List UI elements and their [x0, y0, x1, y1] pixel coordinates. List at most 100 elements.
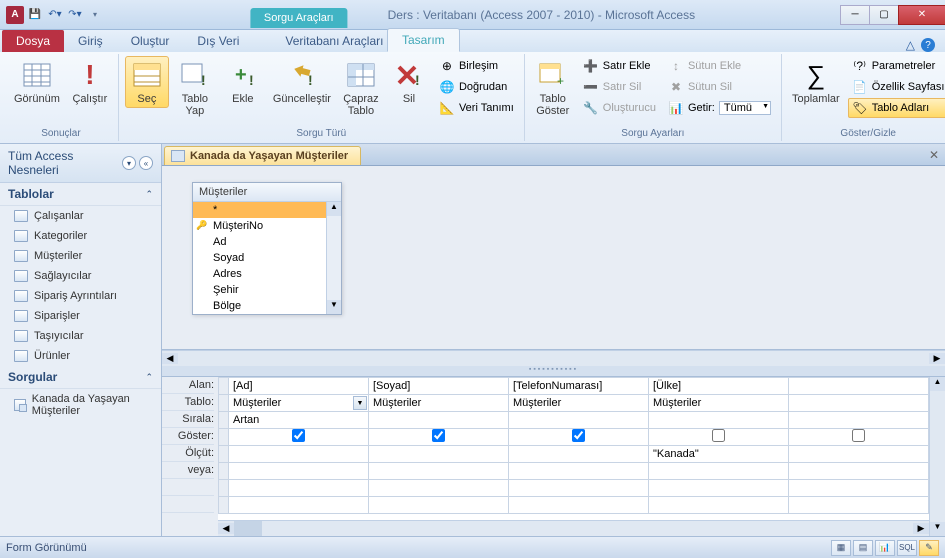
- help-icon[interactable]: ?: [921, 38, 935, 52]
- grid-cell[interactable]: [789, 378, 929, 395]
- chart-view-button[interactable]: 📊: [875, 540, 895, 556]
- show-checkbox[interactable]: [852, 429, 865, 442]
- parameters-button[interactable]: ⁽?⁾Parametreler: [848, 56, 945, 76]
- maximize-button[interactable]: ▢: [869, 5, 899, 25]
- nav-table-item[interactable]: Sipariş Ayrıntıları: [0, 286, 161, 306]
- nav-table-item[interactable]: Sağlayıcılar: [0, 266, 161, 286]
- grid-cell[interactable]: [369, 480, 509, 497]
- grid-cell[interactable]: [649, 463, 789, 480]
- grid-cell[interactable]: Müşteriler▼: [229, 395, 369, 412]
- redo-icon[interactable]: ↷▾: [66, 6, 84, 24]
- grid-cell[interactable]: [TelefonNumarası]: [509, 378, 649, 395]
- grid-cell[interactable]: [Ülke]: [649, 378, 789, 395]
- datasheet-view-button[interactable]: ▦: [831, 540, 851, 556]
- dropdown-icon[interactable]: ▼: [353, 396, 367, 410]
- show-checkbox[interactable]: [712, 429, 725, 442]
- table-diagram-area[interactable]: Müşteriler *MüşteriNoAdSoyadAdresŞehirBö…: [162, 166, 945, 350]
- union-button[interactable]: ⊕Birleşim: [435, 56, 518, 76]
- show-table-button[interactable]: + Tablo Göster: [531, 56, 575, 120]
- grid-cell[interactable]: [369, 412, 509, 429]
- nav-collapse-icon[interactable]: «: [139, 156, 153, 170]
- grid-cell[interactable]: Müşteriler: [649, 395, 789, 412]
- design-view-button[interactable]: ✎: [919, 540, 939, 556]
- nav-query-item[interactable]: Kanada da Yaşayan Müşteriler: [0, 389, 161, 421]
- scroll-right-icon[interactable]: ▶: [913, 523, 929, 534]
- tab-create[interactable]: Oluştur: [117, 30, 184, 52]
- nav-header[interactable]: Tüm Access Nesneleri ▾ «: [0, 144, 161, 183]
- field-list-scrollbar[interactable]: ▲ ▼: [326, 202, 341, 314]
- grid-cell[interactable]: Müşteriler: [509, 395, 649, 412]
- nav-section-queries[interactable]: Sorgular⌃: [0, 366, 161, 389]
- tab-file[interactable]: Dosya: [2, 30, 64, 52]
- field-list[interactable]: Müşteriler *MüşteriNoAdSoyadAdresŞehirBö…: [192, 182, 342, 315]
- grid-cell[interactable]: [Soyad]: [369, 378, 509, 395]
- diagram-hscroll[interactable]: ◀ ▶: [162, 350, 945, 366]
- undo-icon[interactable]: ↶▾: [46, 6, 64, 24]
- minimize-button[interactable]: ─: [840, 5, 870, 25]
- grid-cell[interactable]: [509, 412, 649, 429]
- insert-row-button[interactable]: ➕Satır Ekle: [579, 56, 660, 76]
- grid-cell[interactable]: [369, 463, 509, 480]
- view-button[interactable]: Görünüm: [10, 56, 64, 108]
- save-icon[interactable]: 💾: [26, 6, 44, 24]
- scroll-down-icon[interactable]: ▼: [327, 300, 341, 314]
- return-combo[interactable]: Tümü▼: [719, 101, 771, 115]
- grid-cell[interactable]: [509, 446, 649, 463]
- field-item[interactable]: Ad: [193, 234, 326, 250]
- grid-cell[interactable]: [229, 480, 369, 497]
- grid-cell[interactable]: [Ad]: [229, 378, 369, 395]
- grid-cell[interactable]: [369, 429, 509, 446]
- grid-cell[interactable]: [789, 446, 929, 463]
- nav-filter-icon[interactable]: ▾: [122, 156, 136, 170]
- make-table-button[interactable]: ! Tablo Yap: [173, 56, 217, 120]
- tab-design[interactable]: Tasarım: [387, 28, 460, 52]
- grid-cell[interactable]: [649, 497, 789, 514]
- show-checkbox[interactable]: [432, 429, 445, 442]
- field-item[interactable]: *: [193, 202, 326, 218]
- grid-cell[interactable]: [369, 497, 509, 514]
- grid-cell[interactable]: [229, 497, 369, 514]
- tablenames-button[interactable]: 🏷Tablo Adları: [848, 98, 945, 118]
- delete-button[interactable]: ! Sil: [387, 56, 431, 108]
- grid-vscroll[interactable]: ▲ ▼: [929, 377, 945, 536]
- propsheet-button[interactable]: 📄Özellik Sayfası: [848, 77, 945, 97]
- totals-button[interactable]: ∑ Toplamlar: [788, 56, 844, 108]
- crosstab-button[interactable]: Çapraz Tablo: [339, 56, 383, 120]
- grid-cell[interactable]: "Kanada": [649, 446, 789, 463]
- show-checkbox[interactable]: [572, 429, 585, 442]
- grid-cell[interactable]: [509, 429, 649, 446]
- ribbon-minimize-icon[interactable]: △: [906, 38, 915, 52]
- field-item[interactable]: MüşteriNo: [193, 218, 326, 234]
- tab-external-data[interactable]: Dış Veri: [183, 30, 253, 52]
- tab-database-tools[interactable]: Veritabanı Araçları: [271, 30, 397, 52]
- sql-view-button[interactable]: SQL: [897, 540, 917, 556]
- grid-cell[interactable]: [789, 429, 929, 446]
- grid-hscroll[interactable]: ◀ ▶: [218, 520, 929, 536]
- nav-table-item[interactable]: Taşıyıcılar: [0, 326, 161, 346]
- grid-cell[interactable]: [369, 446, 509, 463]
- append-button[interactable]: +! Ekle: [221, 56, 265, 108]
- scroll-down-icon[interactable]: ▼: [930, 522, 945, 536]
- grid-cell[interactable]: [509, 463, 649, 480]
- grid-cell[interactable]: [509, 497, 649, 514]
- grid-cell[interactable]: [649, 480, 789, 497]
- grid-cell[interactable]: [649, 412, 789, 429]
- close-button[interactable]: ✕: [898, 5, 945, 25]
- return-rows[interactable]: 📊Getir: Tümü▼: [664, 98, 775, 118]
- nav-section-tables[interactable]: Tablolar⌃: [0, 183, 161, 206]
- nav-table-item[interactable]: Kategoriler: [0, 226, 161, 246]
- grid-cell[interactable]: [229, 446, 369, 463]
- qat-customize-icon[interactable]: ▾: [86, 6, 104, 24]
- passthrough-button[interactable]: 🌐Doğrudan: [435, 77, 518, 97]
- run-button[interactable]: ! Çalıştır: [68, 56, 112, 108]
- field-item[interactable]: Adres: [193, 266, 326, 282]
- grid-cell[interactable]: [789, 463, 929, 480]
- tab-close-icon[interactable]: ✕: [929, 148, 939, 162]
- grid-cell[interactable]: [509, 480, 649, 497]
- show-checkbox[interactable]: [292, 429, 305, 442]
- query-tab[interactable]: Kanada da Yaşayan Müşteriler: [164, 146, 361, 165]
- field-item[interactable]: Şehir: [193, 282, 326, 298]
- scroll-left-icon[interactable]: ◀: [218, 523, 234, 534]
- grid-cell[interactable]: [789, 480, 929, 497]
- scroll-thumb[interactable]: [234, 521, 262, 536]
